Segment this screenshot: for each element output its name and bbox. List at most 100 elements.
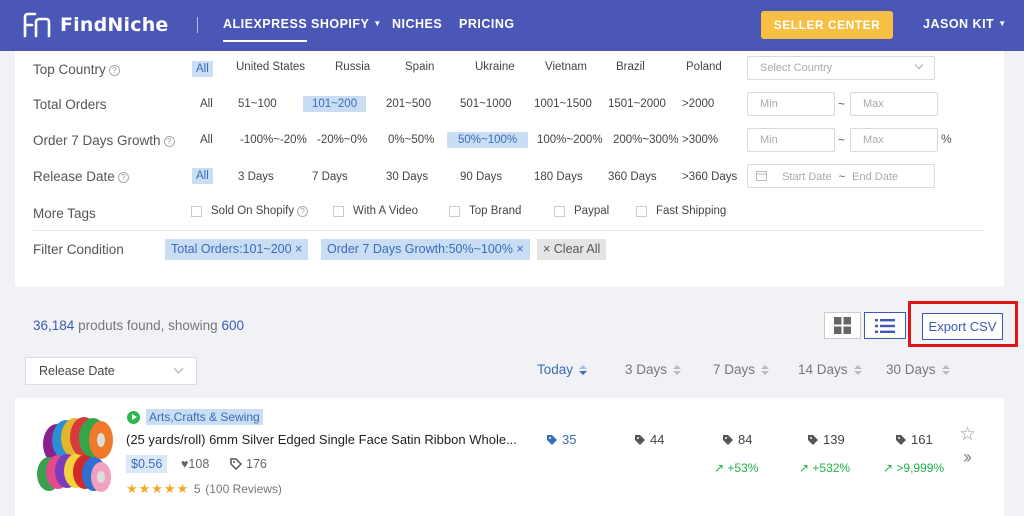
tag-checkbox-paypal[interactable]: Paypal [554, 205, 609, 217]
sort-icon [853, 365, 862, 376]
column-label: 30 Days [886, 362, 936, 377]
checkbox[interactable] [333, 205, 344, 217]
user-menu[interactable]: JASON KIT ▼ [923, 17, 1007, 31]
country-option-all[interactable]: All [192, 61, 213, 77]
column-30-days[interactable]: 30 Days [886, 362, 950, 377]
growth-max-input[interactable]: Max [850, 128, 938, 152]
column-7-days[interactable]: 7 Days [713, 362, 770, 377]
column-3-days[interactable]: 3 Days [625, 362, 682, 377]
tag-checkbox-sold-on-shopify[interactable]: Sold On Shopify? [191, 205, 309, 217]
country-option-spain[interactable]: Spain [401, 59, 438, 75]
help-icon[interactable]: ? [297, 205, 309, 217]
checkbox[interactable] [554, 205, 565, 217]
country-option-poland[interactable]: Poland [682, 59, 726, 75]
growth-option-300-plus[interactable]: >300% [678, 132, 722, 148]
tag-checkbox-top-brand[interactable]: Top Brand [449, 205, 521, 217]
growth-option-neg20-0[interactable]: -20%~0% [313, 132, 371, 148]
release-option-180-days[interactable]: 180 Days [530, 169, 587, 185]
orders-max-input[interactable]: Max [850, 92, 938, 116]
country-option-vietnam[interactable]: Vietnam [541, 59, 591, 75]
product-category-badge[interactable]: Arts,Crafts & Sewing [146, 409, 263, 425]
column-today[interactable]: Today [537, 362, 588, 377]
growth-option-0-50[interactable]: 0%~50% [384, 132, 438, 148]
nav-niches[interactable]: NICHES [392, 17, 442, 31]
growth-7-days: ↗ +53% [714, 461, 758, 475]
range-separator: ~ [838, 171, 846, 183]
range-separator: ~ [838, 133, 846, 147]
nav-aliexpress[interactable]: ALIEXPRESS [223, 17, 308, 42]
help-icon[interactable]: ? [163, 136, 175, 147]
growth-option-all[interactable]: All [196, 132, 217, 148]
country-select[interactable]: Select Country [747, 56, 935, 80]
orders-option-1501-2000[interactable]: 1501~2000 [604, 96, 670, 112]
growth-value: +532% [812, 461, 851, 475]
orders-14-days: 139 [807, 432, 845, 447]
product-thumbnail[interactable] [35, 410, 115, 494]
release-option-3-days[interactable]: 3 Days [234, 169, 278, 185]
brand-logo[interactable]: FindNiche [22, 10, 169, 40]
double-chevron-right-icon[interactable]: ›› [963, 447, 972, 468]
product-title[interactable]: (25 yards/roll) 6mm Silver Edged Single … [126, 432, 517, 447]
checkbox[interactable] [636, 205, 647, 217]
growth-option-neg100-neg20[interactable]: -100%~-20% [236, 132, 311, 148]
country-option-united-states[interactable]: United States [232, 59, 309, 75]
tag-checkbox-with-a-video[interactable]: With A Video [333, 205, 418, 217]
date-range-picker[interactable]: Start Date ~ End Date [747, 164, 935, 188]
clear-all-button[interactable]: × Clear All [537, 239, 607, 260]
column-label: 14 Days [798, 362, 848, 377]
likes-count: 108 [188, 457, 210, 471]
orders-option-201-500[interactable]: 201~500 [382, 96, 435, 112]
growth-option-200-300[interactable]: 200%~300% [609, 132, 683, 148]
country-option-ukraine[interactable]: Ukraine [471, 59, 519, 75]
help-icon[interactable]: ? [108, 65, 120, 76]
export-csv-button[interactable]: Export CSV [922, 313, 1003, 340]
sort-icon [673, 365, 682, 376]
nav-shopify[interactable]: SHOPIFY ▼ [311, 17, 382, 31]
growth-option-50-100[interactable]: 50%~100% [447, 132, 529, 148]
release-option-30-days[interactable]: 30 Days [382, 169, 432, 185]
growth-min-input[interactable]: Min [747, 128, 835, 152]
column-label: 7 Days [713, 362, 756, 377]
nav-pricing[interactable]: PRICING [459, 17, 515, 31]
sort-icon [761, 365, 770, 376]
growth-label-text: Order 7 Days Growth [33, 133, 161, 148]
orders-option-501-1000[interactable]: 501~1000 [456, 96, 516, 112]
growth-option-100-200[interactable]: 100%~200% [533, 132, 607, 148]
grid-view-button[interactable] [824, 312, 861, 339]
release-option-all[interactable]: All [192, 168, 213, 184]
country-option-brazil[interactable]: Brazil [612, 59, 649, 75]
orders-min-input[interactable]: Min [747, 92, 835, 116]
seller-center-button[interactable]: SELLER CENTER [761, 11, 893, 39]
brand-name: FindNiche [60, 14, 169, 36]
divider [33, 230, 985, 231]
condition-chip-total-orders[interactable]: Total Orders:101~200 × [165, 239, 309, 260]
results-summary: 36,184 produts found, showing 600 [33, 318, 244, 333]
tag-checkbox-fast-shipping[interactable]: Fast Shipping [636, 205, 726, 217]
sort-select-value: Release Date [39, 364, 115, 378]
growth-value: >9,999% [896, 461, 945, 475]
orders-option-1001-1500[interactable]: 1001~1500 [530, 96, 596, 112]
orders-option-all[interactable]: All [196, 96, 217, 112]
release-option-360-plus[interactable]: >360 Days [678, 169, 741, 185]
favorite-star-icon[interactable]: ☆ [959, 423, 976, 446]
product-tags: 176 [230, 457, 267, 471]
country-option-russia[interactable]: Russia [331, 59, 374, 75]
list-view-button[interactable] [864, 312, 906, 339]
orders-option-51-100[interactable]: 51~100 [234, 96, 281, 112]
tag-icon [635, 435, 645, 445]
release-option-7-days[interactable]: 7 Days [308, 169, 352, 185]
video-play-icon[interactable] [127, 411, 140, 424]
condition-chip-growth[interactable]: Order 7 Days Growth:50%~100% × [321, 239, 530, 260]
orders-option-2000-plus[interactable]: >2000 [678, 96, 718, 112]
help-icon[interactable]: ? [117, 172, 129, 183]
column-14-days[interactable]: 14 Days [798, 362, 862, 377]
release-option-360-days[interactable]: 360 Days [604, 169, 661, 185]
checkbox[interactable] [191, 205, 202, 217]
review-count[interactable]: (100 Reviews) [205, 482, 282, 496]
tag-label: Fast Shipping [656, 205, 727, 217]
release-option-90-days[interactable]: 90 Days [456, 169, 506, 185]
checkbox[interactable] [449, 205, 460, 217]
orders-option-101-200[interactable]: 101~200 [303, 96, 367, 112]
tag-icon [230, 458, 242, 470]
sort-select[interactable]: Release Date [25, 357, 197, 385]
